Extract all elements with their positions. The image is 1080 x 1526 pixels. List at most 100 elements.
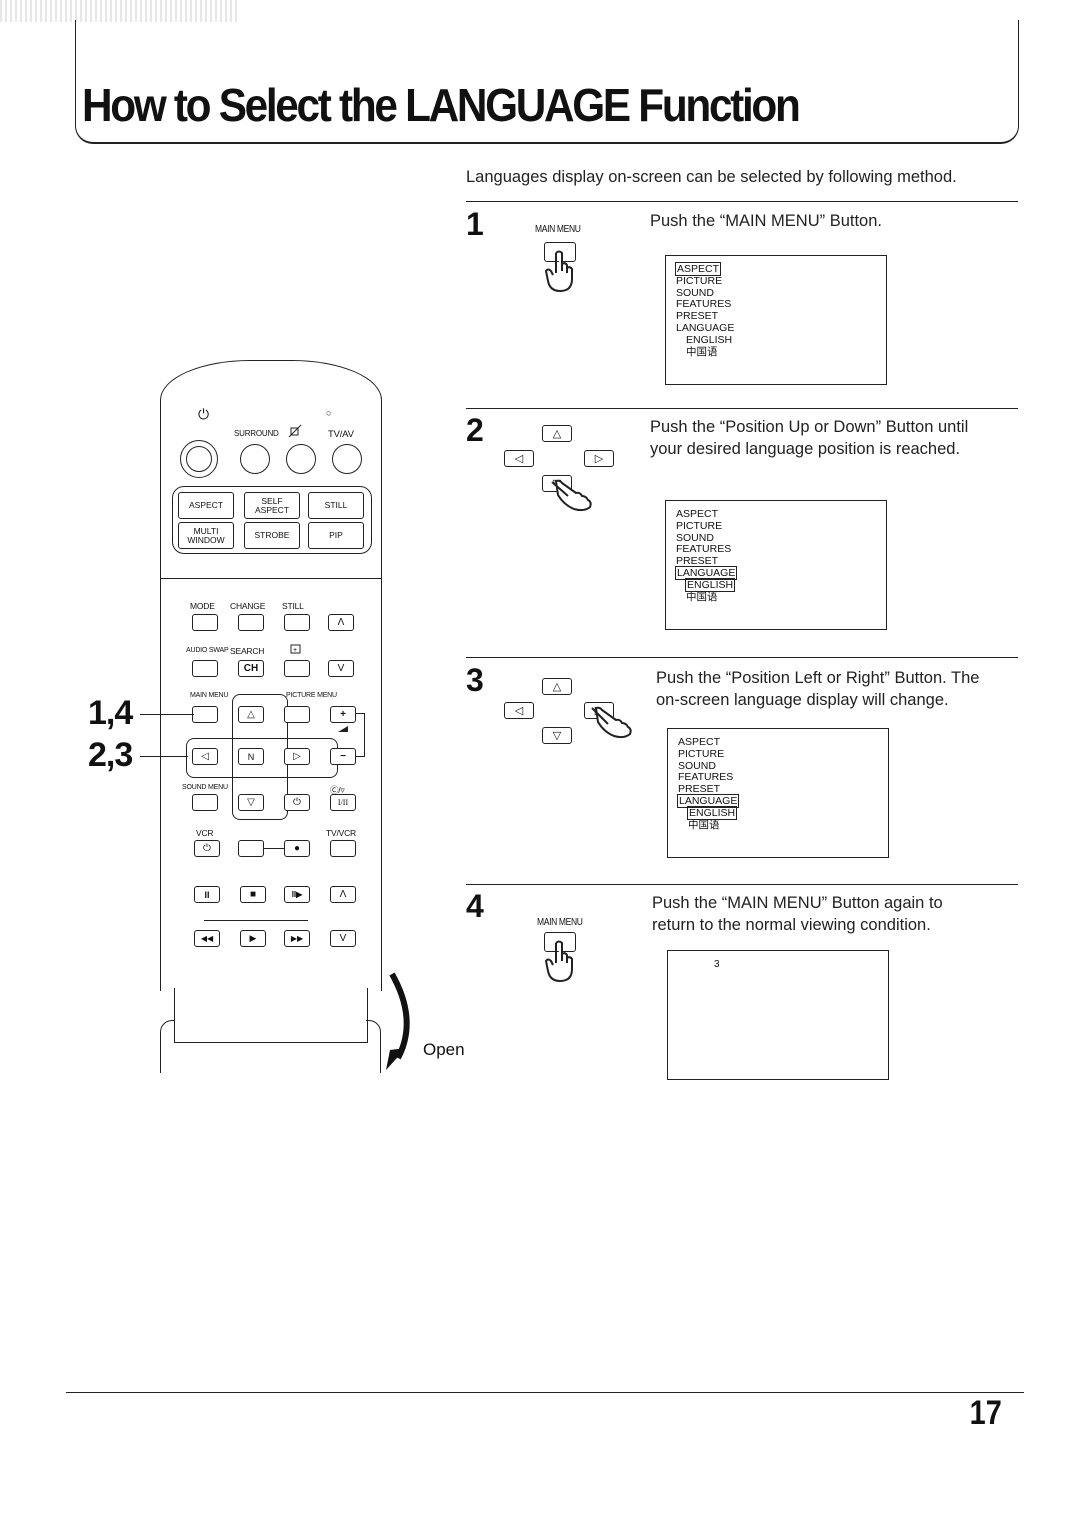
strobe-button[interactable]: STROBE <box>244 522 300 549</box>
osd-item-language-highlighted: LANGUAGE <box>676 793 740 808</box>
dual-sound-button[interactable]: I/II <box>330 794 356 811</box>
open-label: Open <box>423 1040 465 1059</box>
volume-icon <box>338 726 348 732</box>
still-label: STILL <box>282 601 304 611</box>
volume-up-button[interactable]: + <box>330 706 356 723</box>
picture-menu-button[interactable] <box>284 706 310 723</box>
step-2-text-line-1: Push the “Position Up or Down” Button un… <box>650 418 969 436</box>
slow-button[interactable]: II▶ <box>284 886 310 903</box>
vcr-channel-up-button[interactable]: Λ <box>330 886 356 903</box>
change-label: CHANGE <box>230 601 266 611</box>
remote-right-button[interactable]: ▷ <box>284 748 310 765</box>
step-4-text-line-1: Push the “MAIN MENU” Button again to <box>652 894 943 912</box>
page-title: How to Select the LANGUAGE Function <box>82 79 801 131</box>
record-button[interactable]: ● <box>284 840 310 857</box>
osd-screen-step-1: ASPECT PICTURE SOUND FEATURES PRESET LAN… <box>665 255 887 385</box>
normal-button[interactable]: N <box>238 748 264 765</box>
swap-button[interactable] <box>284 660 310 677</box>
footer-rule <box>66 1392 1024 1393</box>
left-key[interactable]: ◁ <box>504 450 534 467</box>
rewind-button[interactable]: ◀◀ <box>194 930 220 947</box>
remote-left-button[interactable]: ◁ <box>192 748 218 765</box>
play-button[interactable]: ▶ <box>240 930 266 947</box>
search-label: SEARCH <box>230 646 265 656</box>
still-button[interactable]: STILL <box>308 492 364 519</box>
left-key[interactable]: ◁ <box>504 702 534 719</box>
channel-down-button[interactable]: V <box>328 660 354 677</box>
callout-steps-1-4: 1,4 <box>88 694 133 732</box>
surround-button[interactable] <box>240 444 270 474</box>
osd-item-picture: PICTURE <box>678 747 725 760</box>
callout-steps-2-3: 2,3 <box>88 736 133 774</box>
osd-sub-chinese: 中国语 <box>686 590 718 603</box>
step-3-text-line-1: Push the “Position Left or Right” Button… <box>656 669 980 687</box>
vcr-rec-pair-button[interactable] <box>238 840 264 857</box>
multi-window-button[interactable]: MULTI WINDOW <box>178 522 234 549</box>
divider <box>466 657 1018 658</box>
ch-search-button[interactable]: CH <box>238 660 264 677</box>
step-4-number: 4 <box>466 888 484 924</box>
step-2-number: 2 <box>466 412 484 448</box>
vcr-channel-down-button[interactable]: V <box>330 930 356 947</box>
main-menu-remote-button[interactable] <box>192 706 218 723</box>
osd-sub-english-selected: ENGLISH <box>684 577 736 592</box>
pip-button[interactable]: PIP <box>308 522 364 549</box>
remote-down-button[interactable]: ▽ <box>238 794 264 811</box>
step-1-number: 1 <box>466 206 484 242</box>
down-key[interactable]: ▽ <box>542 727 572 744</box>
intro-text: Languages display on-screen can be selec… <box>466 168 957 186</box>
remote-up-button[interactable]: △ <box>238 706 264 723</box>
cover-hinge-right <box>366 1020 381 1073</box>
vcr-power-button[interactable]: ⏻ <box>194 840 220 857</box>
svg-text:+: + <box>293 647 297 654</box>
callout-line-1 <box>140 714 194 715</box>
vcr-label: VCR <box>196 828 214 838</box>
up-key[interactable]: △ <box>542 678 572 695</box>
osd-sub-chinese: 中国语 <box>686 345 718 358</box>
step-3-text-line-2: on-screen language display will change. <box>656 691 949 709</box>
mute-icon <box>288 424 302 438</box>
up-key[interactable]: △ <box>542 425 572 442</box>
tv-vcr-button[interactable] <box>330 840 356 857</box>
remote-cover[interactable] <box>174 988 368 1043</box>
volume-down-button[interactable]: − <box>330 748 356 765</box>
pause-button[interactable]: II <box>194 886 220 903</box>
sound-menu-button[interactable] <box>192 794 218 811</box>
mode-button[interactable] <box>192 614 218 631</box>
indicator-light: ○ <box>326 408 332 418</box>
osd-screen-step-2: ASPECT PICTURE SOUND FEATURES PRESET LAN… <box>665 500 887 630</box>
pointing-hand-icon <box>591 706 632 739</box>
aspect-button[interactable]: ASPECT <box>178 492 234 519</box>
audio-swap-button[interactable] <box>192 660 218 677</box>
mute-button[interactable] <box>286 444 316 474</box>
change-button[interactable] <box>238 614 264 631</box>
osd-sub-chinese: 中国语 <box>688 818 720 831</box>
channel-up-button[interactable]: Λ <box>328 614 354 631</box>
osd-item-picture: PICTURE <box>676 519 723 532</box>
osd-item-language: LANGUAGE <box>676 321 735 334</box>
fast-forward-button[interactable]: ▶▶ <box>284 930 310 947</box>
surround-label: SURROUND <box>234 429 279 438</box>
cover-hinge-left <box>160 1020 175 1073</box>
swap-icon: + <box>290 644 301 654</box>
picture-menu-label: PICTURE MENU <box>286 692 337 699</box>
skip-link-line <box>204 920 308 921</box>
main-menu-label: MAIN MENU <box>537 917 583 928</box>
step-1-text: Push the “MAIN MENU” Button. <box>650 212 882 230</box>
callout-line-2 <box>140 756 188 757</box>
mode-label: MODE <box>190 601 215 611</box>
pointing-hand-icon <box>544 250 573 293</box>
audio-swap-label: AUDIO SWAP <box>186 647 229 654</box>
self-aspect-button[interactable]: SELF ASPECT <box>244 492 300 519</box>
tv-av-button[interactable] <box>332 444 362 474</box>
osd-screen-step-4: 3 <box>667 950 889 1080</box>
stop-button[interactable]: ■ <box>240 886 266 903</box>
still-vcr-button[interactable] <box>284 614 310 631</box>
off-timer-button[interactable]: ⏻ <box>284 794 310 811</box>
step-4-text-line-2: return to the normal viewing condition. <box>652 916 931 934</box>
main-menu-remote-label: MAIN MENU <box>190 692 229 699</box>
open-arrow-icon <box>386 972 410 1070</box>
right-key[interactable]: ▷ <box>584 450 614 467</box>
page-number: 17 <box>969 1394 1002 1432</box>
pointing-hand-icon <box>551 479 592 512</box>
